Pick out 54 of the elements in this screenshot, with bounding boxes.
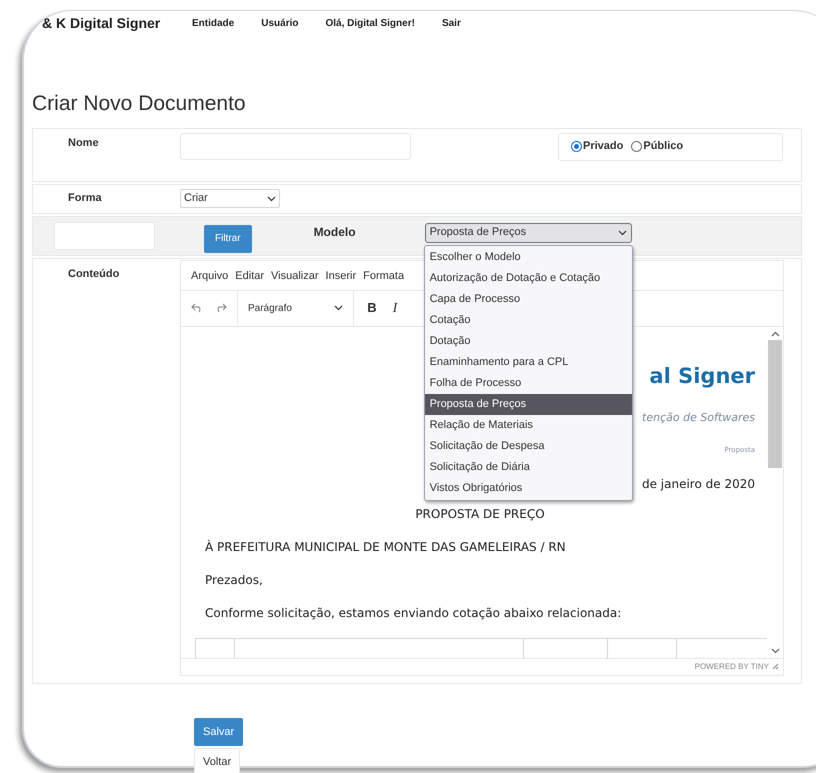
name-input[interactable] bbox=[180, 132, 411, 160]
dropdown-option[interactable]: Solicitação de Despesa bbox=[424, 436, 632, 456]
chevron-down-icon bbox=[334, 305, 343, 311]
document-paragraph: À PREFEITURA MUNICIPAL DE MONTE DAS GAMELEIRAS / RN bbox=[205, 538, 567, 556]
back-button[interactable]: Voltar bbox=[194, 748, 240, 773]
field-label: Nome bbox=[67, 136, 100, 150]
dropdown-option[interactable]: Autorização de Dotação e Cotação bbox=[424, 268, 632, 288]
dropdown-option[interactable]: Proposta de Preços bbox=[424, 394, 632, 414]
field-label: Modelo bbox=[314, 224, 356, 240]
page-title: Criar Novo Documento bbox=[32, 91, 247, 117]
brand-name[interactable]: & K Digital Signer bbox=[42, 13, 192, 34]
scrollbar-thumb[interactable] bbox=[768, 340, 782, 468]
nav-link[interactable]: Usuário bbox=[261, 16, 298, 31]
dropdown-option[interactable]: Cotação bbox=[424, 310, 632, 330]
italic-button[interactable]: I bbox=[388, 298, 402, 318]
editor-branding[interactable]: POWERED BY TINY bbox=[694, 660, 769, 672]
chevron-down-icon bbox=[267, 196, 276, 202]
chevron-down-icon bbox=[618, 230, 627, 236]
bold-button[interactable]: B bbox=[364, 298, 380, 318]
radio-option[interactable]: Privado bbox=[571, 138, 624, 155]
document-paragraph: Prezados, bbox=[205, 572, 264, 589]
menu-item[interactable]: Editar bbox=[235, 268, 264, 284]
chevron-up-icon bbox=[770, 330, 780, 336]
resize-handle-icon[interactable] bbox=[772, 663, 779, 670]
dropdown-option[interactable]: Relação de Materiais bbox=[424, 414, 632, 436]
field-label: Forma bbox=[67, 191, 103, 206]
document-paragraph: Conforme solicitação, estamos enviando cotação abaixo relacionada: bbox=[205, 605, 622, 622]
model-select[interactable]: Proposta de Preços bbox=[424, 222, 632, 242]
radio-option[interactable]: Público bbox=[631, 138, 684, 155]
paragraph-format-select[interactable]: Parágrafo bbox=[238, 290, 354, 326]
dropdown-option[interactable]: Capa de Processo bbox=[424, 288, 632, 310]
nav-link[interactable]: Entidade bbox=[192, 16, 234, 31]
dropdown-option[interactable]: Enaminhamento para a CPL bbox=[424, 352, 632, 372]
chevron-down-icon bbox=[770, 648, 780, 654]
dropdown-option[interactable]: Solicitação de Diária bbox=[424, 456, 632, 478]
menu-item[interactable]: Visualizar bbox=[271, 268, 319, 284]
menu-item[interactable]: Inserir bbox=[326, 268, 356, 284]
save-button[interactable]: Salvar bbox=[194, 718, 244, 746]
dropdown-option[interactable]: Dotação bbox=[424, 330, 632, 352]
nav-link[interactable]: Sair bbox=[442, 16, 461, 31]
document-heading: PROPOSTA DE PREÇO bbox=[415, 506, 545, 523]
filter-button[interactable]: Filtrar bbox=[204, 224, 252, 252]
dropdown-option[interactable]: Folha de Processo bbox=[424, 372, 632, 394]
nav-link[interactable]: Olá, Digital Signer! bbox=[325, 16, 415, 31]
form-select[interactable]: Criar bbox=[180, 189, 280, 208]
date-text: de janeiro de 2020 bbox=[642, 476, 755, 493]
dropdown-option[interactable]: Escolher o Modelo bbox=[424, 246, 632, 268]
menu-item[interactable]: Arquivo bbox=[191, 268, 228, 284]
menu-item[interactable]: Formata bbox=[363, 268, 404, 284]
field-label: Conteúdo bbox=[67, 266, 120, 282]
tagline-text: tenção de Softwares bbox=[642, 410, 755, 426]
filter-input[interactable] bbox=[54, 222, 155, 250]
logo-text: al Signer bbox=[649, 362, 755, 390]
dropdown-option[interactable]: Vistos Obrigatórios bbox=[424, 478, 632, 498]
